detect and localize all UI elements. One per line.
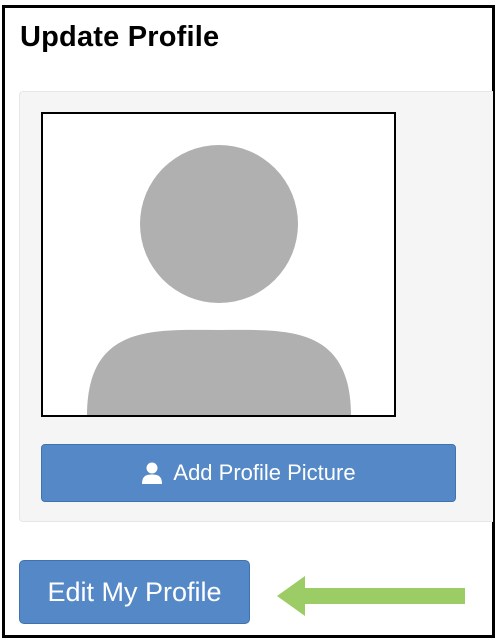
green-left-arrow-icon [277,576,465,616]
profile-picture-placeholder [41,112,396,417]
profile-picture-panel: Add Profile Picture [19,91,493,522]
user-icon [141,462,163,484]
add-profile-picture-label: Add Profile Picture [173,460,356,485]
edit-my-profile-button[interactable]: Edit My Profile [19,560,250,624]
update-profile-window: Update Profile Add Profile Picture Edit … [2,5,495,638]
avatar-silhouette-icon [87,145,351,415]
page-title: Update Profile [20,21,220,53]
add-profile-picture-button[interactable]: Add Profile Picture [41,444,456,502]
